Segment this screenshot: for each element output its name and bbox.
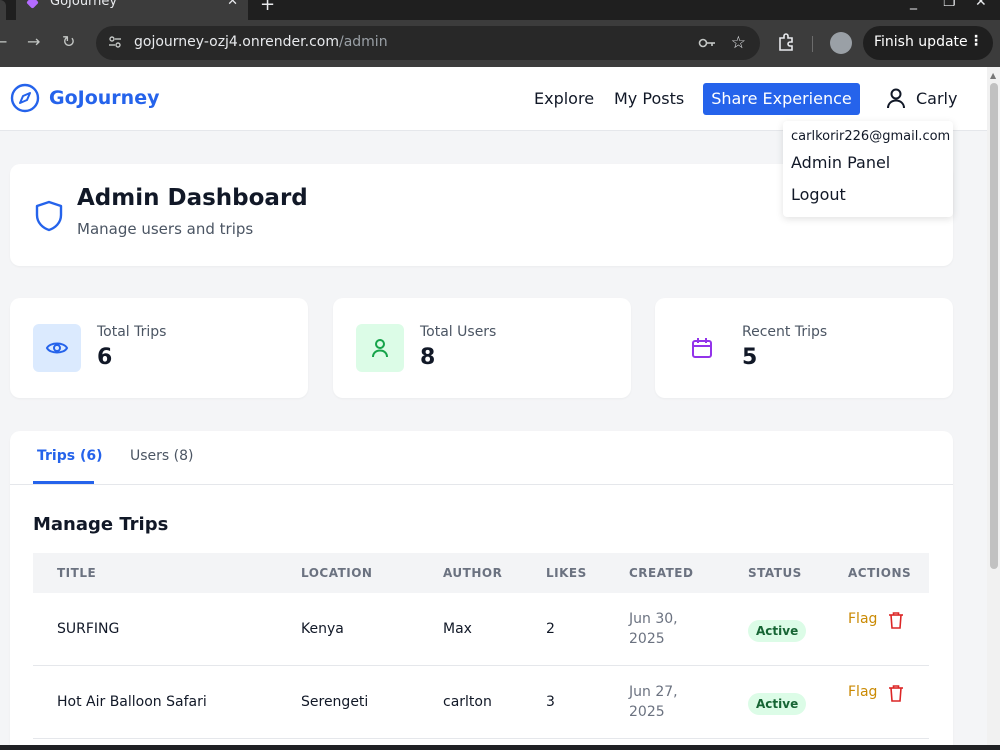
- trip-location: Serengeti: [301, 694, 369, 710]
- trip-created: Jun 27, 2025: [629, 684, 678, 720]
- nav-explore[interactable]: Explore: [534, 89, 594, 108]
- trip-likes: 3: [546, 694, 555, 710]
- url-text: gojourney-ozj4.onrender.com/admin: [134, 34, 388, 50]
- window-bottom-edge: [0, 745, 1000, 750]
- forward-icon[interactable]: →: [27, 32, 40, 52]
- site-info-icon[interactable]: [108, 35, 122, 49]
- browser-tab-title: GoJourney: [50, 0, 118, 9]
- trip-location: Kenya: [301, 621, 344, 637]
- reload-icon[interactable]: ↻: [62, 32, 75, 52]
- stat-value: 8: [420, 345, 436, 370]
- stat-label: Total Users: [420, 324, 497, 340]
- table-row: Hot Air Balloon Safari Serengeti carlton…: [33, 666, 929, 739]
- section-title: Manage Trips: [33, 514, 169, 535]
- stat-card-total-users: Total Users 8: [333, 298, 631, 398]
- tabs-bar: Trips (6) Users (8): [10, 431, 953, 485]
- trip-title: SURFING: [57, 621, 120, 637]
- calendar-icon: [692, 338, 712, 358]
- site-favicon-icon: [26, 0, 39, 9]
- status-badge: Active: [748, 693, 807, 715]
- address-bar[interactable]: gojourney-ozj4.onrender.com/admin ☆: [96, 26, 760, 60]
- close-window-icon[interactable]: ✕: [975, 0, 987, 10]
- page-title: Admin Dashboard: [77, 185, 308, 211]
- restore-icon[interactable]: ❐: [943, 0, 956, 10]
- shield-icon: [35, 200, 63, 232]
- compass-logo-icon[interactable]: [10, 83, 40, 113]
- flag-button[interactable]: Flag: [848, 611, 877, 627]
- back-icon[interactable]: ←: [0, 32, 7, 52]
- trip-title: Hot Air Balloon Safari: [57, 694, 207, 710]
- active-tab-indicator: [33, 481, 94, 484]
- finish-update-label: Finish update: [874, 34, 968, 50]
- stat-icon-box: [33, 324, 81, 372]
- trip-author: Max: [443, 621, 472, 637]
- flag-button[interactable]: Flag: [848, 684, 877, 700]
- trip-author: carlton: [443, 694, 492, 710]
- column-header-location: LOCATION: [301, 566, 373, 580]
- user-icon[interactable]: [884, 86, 908, 110]
- browser-tabstrip: GoJourney ✕ + _ ❐ ✕: [0, 0, 1000, 20]
- table-row: SURFING Kenya Max 2 Jun 30, 2025 Active F…: [33, 593, 929, 666]
- column-header-likes: LIKES: [546, 566, 587, 580]
- share-experience-button[interactable]: Share Experience: [703, 83, 860, 115]
- page-subtitle: Manage users and trips: [77, 220, 254, 238]
- user-menu-trigger[interactable]: Carly: [916, 89, 957, 108]
- tab-trips[interactable]: Trips (6): [37, 448, 102, 464]
- browser-toolbar: ← → ↻ gojourney-ozj4.onrender.com/admin …: [0, 20, 1000, 67]
- user-icon: [372, 339, 388, 358]
- more-menu-icon[interactable]: ⋮: [969, 33, 983, 49]
- brand-name[interactable]: GoJourney: [49, 87, 159, 109]
- user-email: carlkorir226@gmail.com: [791, 129, 951, 144]
- finish-update-button[interactable]: Finish update ⋮: [863, 26, 993, 60]
- previous-tab-edge[interactable]: [0, 0, 6, 20]
- scroll-up-icon[interactable]: ▲: [990, 71, 996, 80]
- trash-icon[interactable]: [888, 684, 904, 702]
- stat-value: 6: [97, 345, 113, 370]
- stat-label: Recent Trips: [742, 324, 828, 340]
- bookmark-star-icon[interactable]: ☆: [731, 33, 746, 53]
- trip-created: Jun 30, 2025: [629, 611, 678, 647]
- profile-avatar-icon[interactable]: [830, 32, 852, 54]
- eye-icon: [45, 342, 69, 354]
- manage-trips-card: Trips (6) Users (8) Manage Trips TITLE L…: [10, 431, 953, 750]
- menu-item-admin-panel[interactable]: Admin Panel: [791, 153, 890, 172]
- column-header-actions: ACTIONS: [848, 566, 912, 580]
- scrollbar-thumb[interactable]: [990, 83, 998, 569]
- stat-card-recent-trips: Recent Trips 5: [655, 298, 953, 398]
- stat-label: Total Trips: [97, 324, 167, 340]
- column-header-created: CREATED: [629, 566, 694, 580]
- tab-users[interactable]: Users (8): [130, 448, 194, 464]
- page-viewport: GoJourney Explore My Posts Share Experie…: [0, 67, 987, 750]
- nav-my-posts[interactable]: My Posts: [614, 89, 684, 108]
- column-header-status: STATUS: [748, 566, 802, 580]
- stat-card-total-trips: Total Trips 6: [10, 298, 308, 398]
- trip-likes: 2: [546, 621, 555, 637]
- status-badge: Active: [748, 620, 807, 642]
- toolbar-divider: [812, 36, 813, 52]
- stat-value: 5: [742, 345, 758, 370]
- column-header-title: TITLE: [57, 566, 97, 580]
- close-tab-icon[interactable]: ✕: [227, 0, 238, 9]
- stat-icon-box: [678, 324, 726, 372]
- page-scrollbar[interactable]: ▲: [987, 67, 1000, 750]
- password-key-icon[interactable]: [698, 35, 716, 51]
- stat-icon-box: [356, 324, 404, 372]
- new-tab-icon[interactable]: +: [260, 0, 275, 15]
- trash-icon[interactable]: [888, 611, 904, 629]
- table-header: TITLE LOCATION AUTHOR LIKES CREATED STAT…: [33, 553, 929, 593]
- extensions-puzzle-icon[interactable]: [776, 33, 796, 53]
- column-header-author: AUTHOR: [443, 566, 503, 580]
- minimize-icon[interactable]: _: [910, 0, 917, 10]
- menu-item-logout[interactable]: Logout: [791, 185, 846, 204]
- user-dropdown-menu: carlkorir226@gmail.com Admin Panel Logou…: [783, 121, 953, 217]
- browser-tab[interactable]: GoJourney ✕: [16, 0, 248, 20]
